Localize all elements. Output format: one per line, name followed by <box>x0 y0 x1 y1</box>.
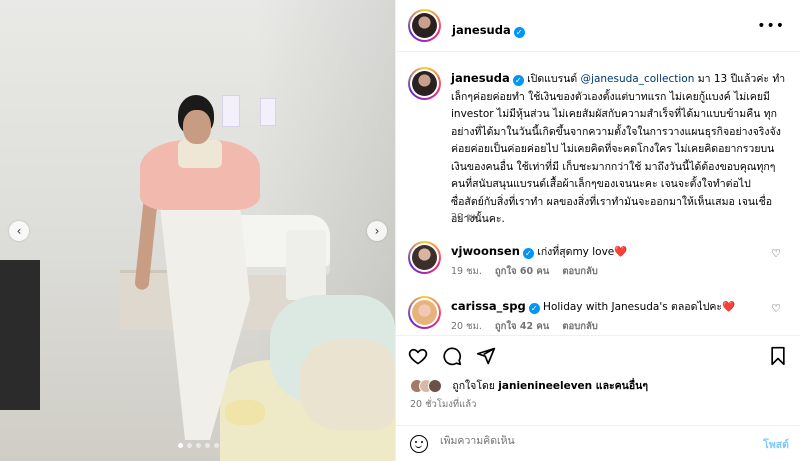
comment-avatar[interactable] <box>412 300 437 325</box>
caption-text-rest: มา 13 ปีแล้วค่ะ ทำเล็กๆค่อยค่อยทำ ใช้เงิ… <box>451 73 786 225</box>
author-avatar[interactable] <box>412 13 437 38</box>
comment-like-heart-icon[interactable]: ♡ <box>771 247 781 260</box>
story-ring-gap <box>410 243 439 272</box>
photo-pillow <box>300 340 395 430</box>
story-ring-gap <box>410 11 439 40</box>
caption-text-start: เปิดแบรนด์ <box>527 73 581 85</box>
carousel-dot <box>178 443 183 448</box>
share-icon[interactable] <box>476 346 496 366</box>
photo-sewing-machine-arm <box>286 230 326 300</box>
caption-username[interactable]: janesuda <box>451 71 510 85</box>
carousel-dot <box>187 443 192 448</box>
caption-time[interactable]: 20 ชม. <box>451 210 482 225</box>
comment-body: vjwoonsen ✓ เก่งที่สุดmy love❤️ <box>451 243 751 260</box>
verified-icon: ✓ <box>512 75 524 86</box>
caption-text: janesuda ✓ เปิดแบรนด์ @janesuda_collectio… <box>451 70 786 229</box>
verified-icon: ✓ <box>513 27 525 38</box>
story-ring[interactable] <box>408 241 441 274</box>
emoji-mouth <box>415 444 422 448</box>
verified-icon: ✓ <box>522 248 534 259</box>
post-details-panel: janesuda ✓ ••• janesuda ✓ เปิดแบรนด์ @jane… <box>395 0 800 461</box>
comment-input[interactable] <box>440 435 740 447</box>
post-time-ago[interactable]: 20 ชั่วโมงที่แล้ว <box>410 397 476 412</box>
liked-by-prefix: ถูกใจโดย <box>452 380 499 392</box>
comment-username[interactable]: vjwoonsen <box>451 244 520 258</box>
liked-by-text: ถูกใจโดย janienineeleven และคนอื่นๆ <box>452 377 648 394</box>
photo-face <box>183 110 211 144</box>
carousel-prev-button[interactable]: ‹ <box>9 221 29 241</box>
comment-meta: 20 ชม. ถูกใจ 42 คน ตอบกลับ <box>451 319 608 334</box>
post-header: janesuda ✓ ••• <box>396 0 800 52</box>
heart-icon[interactable] <box>408 346 428 366</box>
emoji-icon[interactable] <box>410 435 428 453</box>
post-comment-button[interactable]: โพสต์ <box>763 436 789 453</box>
story-ring[interactable] <box>408 296 441 329</box>
post-photo[interactable]: ‹ › <box>0 0 395 461</box>
comment-likes[interactable]: ถูกใจ 42 คน <box>495 321 549 332</box>
comment-reply-button[interactable]: ตอบกลับ <box>562 321 598 332</box>
liked-by-others[interactable]: และคนอื่นๆ <box>592 380 648 392</box>
comment-time[interactable]: 19 ชม. <box>451 266 482 277</box>
comment-item: carissa_spg ✓ Holiday with Janesuda's ตลอ… <box>406 294 791 334</box>
add-comment-bar: โพสต์ <box>396 425 800 461</box>
story-ring[interactable] <box>408 9 441 42</box>
carousel-dot <box>214 443 219 448</box>
comment-body: carissa_spg ✓ Holiday with Janesuda's ตลอ… <box>451 298 751 315</box>
bookmark-icon[interactable] <box>768 346 788 366</box>
comment-item: vjwoonsen ✓ เก่งที่สุดmy love❤️ 19 ชม. ถู… <box>406 239 791 279</box>
liked-by-row: ถูกใจโดย janienineeleven และคนอื่นๆ <box>410 377 648 394</box>
photo-blouse-yoke <box>178 140 222 168</box>
comment-icon[interactable] <box>442 346 462 366</box>
carousel-dot <box>196 443 201 448</box>
story-ring-gap <box>410 69 439 98</box>
comment-reply-button[interactable]: ตอบกลับ <box>562 266 598 277</box>
photo-shoe <box>225 400 265 425</box>
carousel-next-button[interactable]: › <box>367 221 387 241</box>
comment-text: เก่งที่สุดmy love❤️ <box>537 246 628 258</box>
caption-mention-link[interactable]: @janesuda_collection <box>581 73 695 85</box>
comment-time[interactable]: 20 ชม. <box>451 321 482 332</box>
comment-meta: 19 ชม. ถูกใจ 60 คน ตอบกลับ <box>451 264 608 279</box>
verified-icon: ✓ <box>528 303 540 314</box>
photo-poster <box>260 98 276 126</box>
author-username[interactable]: janesuda <box>452 23 511 37</box>
comment-likes[interactable]: ถูกใจ 60 คน <box>495 266 549 277</box>
author-name-wrap: janesuda ✓ <box>452 19 525 38</box>
comment-text: Holiday with Janesuda's ตลอดไปคะ❤️ <box>543 301 736 313</box>
comment-username[interactable]: carissa_spg <box>451 299 526 313</box>
caption-avatar[interactable] <box>412 71 437 96</box>
comment-like-heart-icon[interactable]: ♡ <box>771 302 781 315</box>
liked-by-user[interactable]: janienineeleven <box>498 380 592 392</box>
photo-poster <box>222 95 240 127</box>
more-options-icon[interactable]: ••• <box>757 18 785 34</box>
story-ring-gap <box>410 298 439 327</box>
carousel-dot <box>205 443 210 448</box>
photo-bag <box>0 260 40 410</box>
comment-avatar[interactable] <box>412 245 437 270</box>
story-ring[interactable] <box>408 67 441 100</box>
liker-avatar[interactable] <box>428 378 442 393</box>
carousel-dots <box>178 443 219 448</box>
